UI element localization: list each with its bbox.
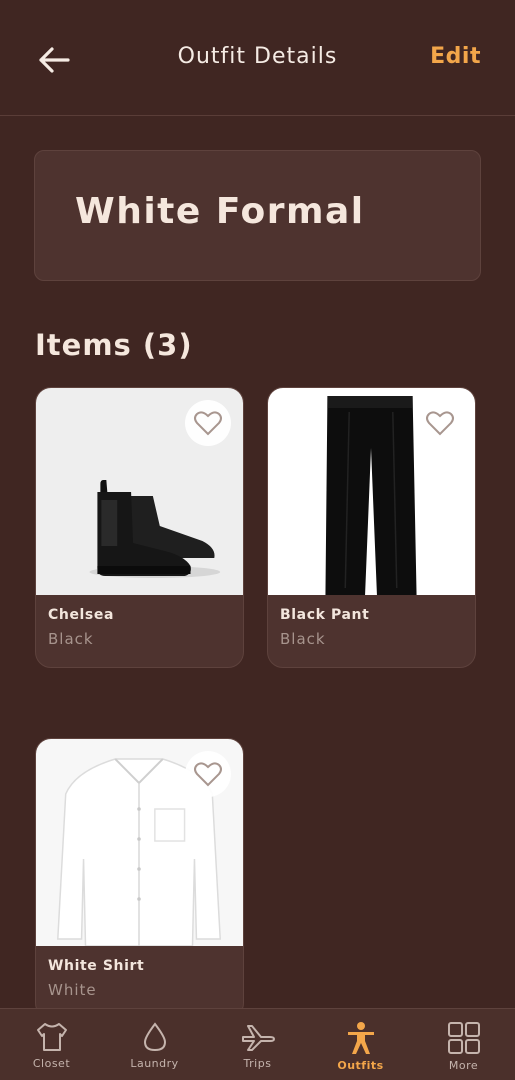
item-name: White Shirt (48, 958, 145, 974)
heart-icon (194, 411, 222, 436)
edit-button[interactable]: Edit (430, 44, 481, 69)
item-name: Black Pant (280, 607, 370, 623)
shirt-icon (36, 1023, 67, 1051)
item-name: Chelsea (48, 607, 115, 623)
tab-trips[interactable]: Trips (206, 1009, 309, 1080)
favorite-button[interactable] (185, 751, 231, 797)
outfit-name: White Formal (75, 191, 365, 232)
heart-icon (194, 762, 222, 787)
tab-label: Closet (32, 1057, 71, 1070)
item-card[interactable]: White Shirt White (35, 738, 244, 1019)
tab-laundry[interactable]: Laundry (103, 1009, 206, 1080)
tab-label: More (448, 1059, 479, 1072)
plane-icon (241, 1025, 275, 1051)
grid-icon (447, 1022, 480, 1054)
tab-closet[interactable]: Closet (0, 1009, 103, 1080)
tab-label: Trips (243, 1057, 272, 1070)
heart-icon (426, 411, 454, 436)
item-color: Black (48, 630, 94, 648)
tab-label: Outfits (337, 1059, 384, 1072)
tab-label: Laundry (130, 1057, 179, 1070)
favorite-button[interactable] (417, 400, 463, 446)
item-card[interactable]: Chelsea Black (35, 387, 244, 668)
outfit-name-card: White Formal (34, 150, 481, 281)
bottom-tab-bar: Closet Laundry Trips Outfits More (0, 1008, 515, 1080)
person-icon (347, 1022, 374, 1054)
items-heading: Items (3) (35, 328, 193, 362)
tab-more[interactable]: More (412, 1009, 515, 1080)
item-color: White (48, 981, 97, 999)
top-bar: Outfit Details Edit (0, 0, 515, 116)
favorite-button[interactable] (185, 400, 231, 446)
drop-icon (143, 1022, 166, 1052)
item-card[interactable]: Black Pant Black (267, 387, 476, 668)
item-color: Black (280, 630, 326, 648)
tab-outfits[interactable]: Outfits (309, 1009, 412, 1080)
